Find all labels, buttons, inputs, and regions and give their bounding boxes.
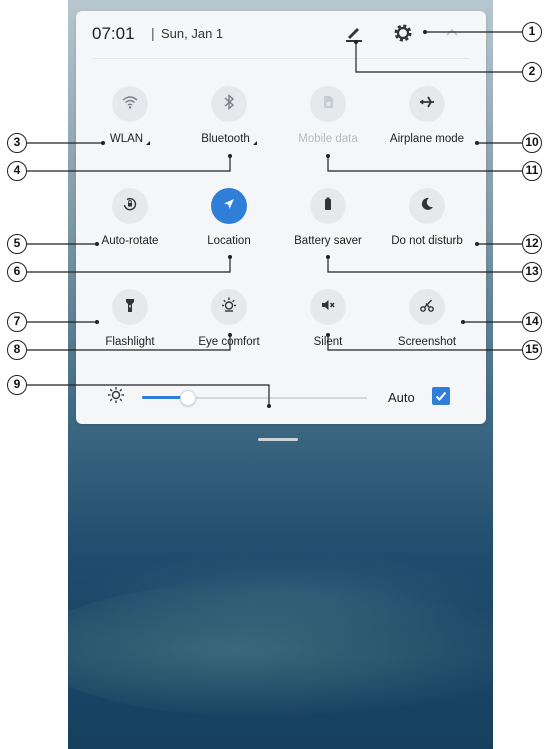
callout-number: 6 xyxy=(7,262,27,282)
callout-number: 15 xyxy=(522,340,542,360)
callout-number: 4 xyxy=(7,161,27,181)
callout-number: 10 xyxy=(522,133,542,153)
callout-number: 9 xyxy=(7,375,27,395)
callout-number: 13 xyxy=(522,262,542,282)
callout-number: 12 xyxy=(522,234,542,254)
callout-number: 2 xyxy=(522,62,542,82)
callout-number: 3 xyxy=(7,133,27,153)
callout-number: 8 xyxy=(7,340,27,360)
callout-lines xyxy=(27,30,522,408)
callout-number: 11 xyxy=(522,161,542,181)
callout-number: 14 xyxy=(522,312,542,332)
callout-number: 5 xyxy=(7,234,27,254)
callout-number: 7 xyxy=(7,312,27,332)
callout-number: 1 xyxy=(522,22,542,42)
